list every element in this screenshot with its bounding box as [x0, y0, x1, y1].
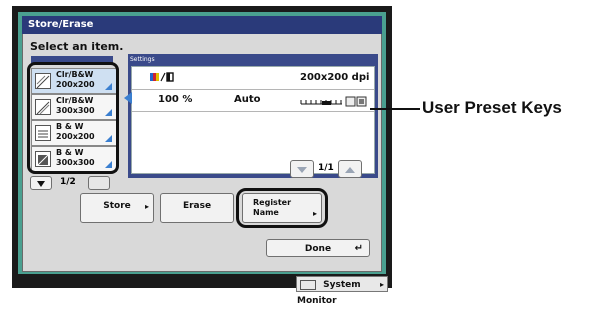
chevron-right-icon: ▸: [379, 280, 384, 289]
settings-row-zoom-density: 100 % Auto: [132, 89, 374, 112]
density-mode-value: Auto: [234, 94, 261, 105]
selection-pointer-icon: [124, 92, 132, 104]
settings-scroll-up-button[interactable]: [338, 160, 362, 178]
done-button[interactable]: Done ↵: [266, 239, 370, 257]
settings-list: 200x200 dpi 100 % Auto: [131, 66, 375, 174]
settings-header: Settings: [130, 56, 155, 63]
register-name-label-line2: Name: [253, 208, 279, 217]
zoom-value: 100 %: [158, 94, 193, 105]
instruction-label: Select an item.: [30, 40, 124, 53]
register-name-button[interactable]: Register Name ▸: [242, 193, 322, 223]
resolution-value: 200x200 dpi: [300, 72, 370, 83]
density-scale-icon: [300, 95, 370, 110]
register-name-label-line1: Register: [253, 198, 292, 207]
window-title: Store/Erase: [22, 16, 382, 34]
store-button[interactable]: Store ▸: [80, 193, 154, 223]
color-mode-icon: [150, 67, 176, 89]
enter-icon: ↵: [354, 243, 363, 254]
callout-leader-line: [370, 108, 420, 110]
preset-page-indicator: 1/2: [60, 177, 76, 187]
settings-scroll-down-button[interactable]: [290, 160, 314, 178]
done-button-label: Done: [304, 244, 332, 254]
preset-scroll-up-button[interactable]: [88, 176, 110, 190]
preset-keys-highlight: [27, 62, 119, 174]
callout-label: User Preset Keys: [422, 98, 562, 117]
chevron-right-icon: ▸: [144, 202, 149, 211]
chevron-right-icon: ▸: [312, 209, 317, 218]
store-button-label: Store: [103, 201, 131, 211]
erase-button-label: Erase: [182, 201, 212, 211]
settings-page-indicator: 1/1: [318, 163, 334, 173]
monitor-icon: [300, 279, 316, 290]
settings-row-color-resolution: 200x200 dpi: [132, 67, 374, 90]
erase-button[interactable]: Erase: [160, 193, 234, 223]
preset-scroll-down-button[interactable]: [30, 176, 52, 190]
system-monitor-button[interactable]: System Monitor ▸: [296, 276, 388, 306]
